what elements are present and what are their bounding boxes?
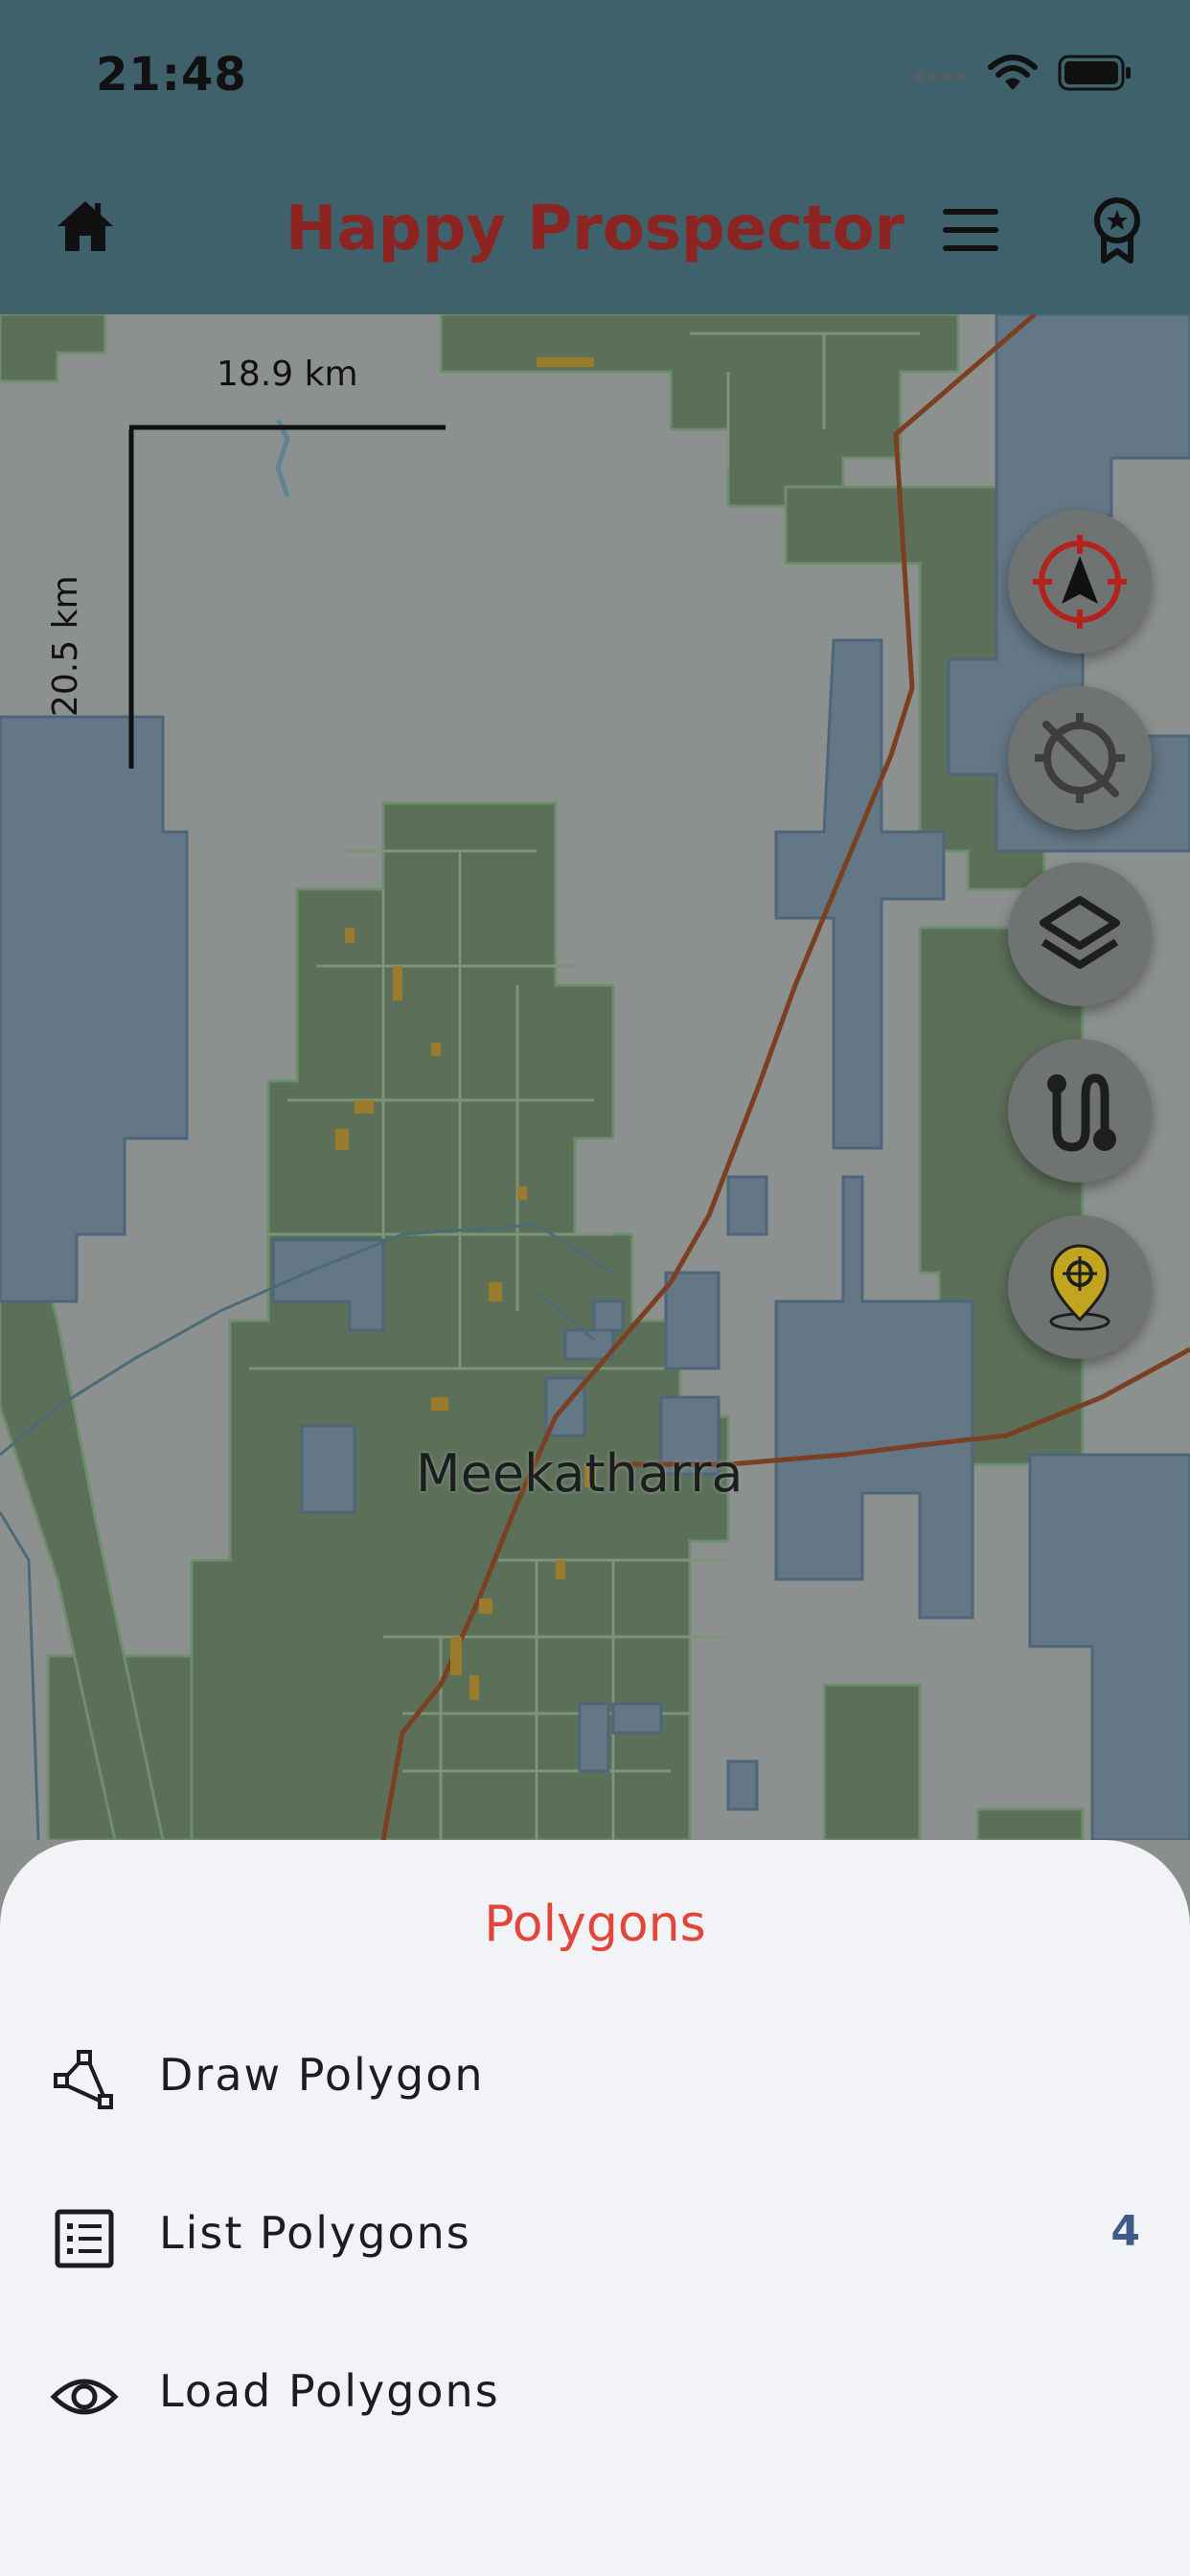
- battery-icon: [1058, 55, 1131, 91]
- list-icon: [55, 2209, 114, 2268]
- draw-polygon-item[interactable]: Draw Polygon: [0, 2012, 1190, 2137]
- mine-location-button[interactable]: [1008, 1215, 1152, 1359]
- app-bar: Happy Prospector: [0, 153, 1190, 314]
- route-button[interactable]: [1008, 1039, 1152, 1183]
- polygon-count-badge: 4: [1110, 2207, 1140, 2256]
- route-icon: [1047, 1073, 1116, 1152]
- status-bar: 21:48: [0, 0, 1190, 153]
- eye-icon: [50, 2379, 119, 2415]
- scale-vertical-label: 20.5 km: [46, 575, 85, 717]
- locate-me-button[interactable]: [1008, 510, 1152, 654]
- layers-button[interactable]: [1008, 862, 1152, 1006]
- polygon-draw-icon: [54, 2050, 113, 2109]
- list-polygons-label: List Polygons: [159, 2207, 471, 2259]
- draw-polygon-label: Draw Polygon: [159, 2049, 485, 2101]
- town-label: Meekatharra: [416, 1443, 744, 1504]
- app-title: Happy Prospector: [285, 194, 905, 264]
- location-pin-icon: [1049, 1244, 1110, 1331]
- gps-off-icon: [1035, 713, 1125, 803]
- scale-horizontal-label: 18.9 km: [217, 355, 358, 394]
- map-view[interactable]: 18.9 km 20.5 km Meekatharra: [0, 314, 1190, 1840]
- award-icon[interactable]: [1088, 196, 1146, 264]
- load-polygons-item[interactable]: Load Polygons: [0, 2329, 1190, 2453]
- map-layer[interactable]: [0, 314, 1190, 1840]
- status-time: 21:48: [96, 48, 247, 102]
- status-icons: [912, 54, 1133, 92]
- gps-off-button[interactable]: [1008, 686, 1152, 830]
- layers-icon: [1040, 896, 1120, 969]
- load-polygons-label: Load Polygons: [159, 2365, 500, 2417]
- wifi-icon: [988, 55, 1038, 90]
- cellular-signal-icon: [914, 73, 966, 80]
- menu-icon[interactable]: [939, 203, 1002, 257]
- list-polygons-item[interactable]: List Polygons 4: [0, 2171, 1190, 2295]
- crosshair-navigation-icon: [1033, 535, 1127, 629]
- sheet-title: Polygons: [484, 1896, 706, 1953]
- polygons-sheet: Polygons Draw Polygon List Polygons 4 Lo…: [0, 1840, 1190, 2576]
